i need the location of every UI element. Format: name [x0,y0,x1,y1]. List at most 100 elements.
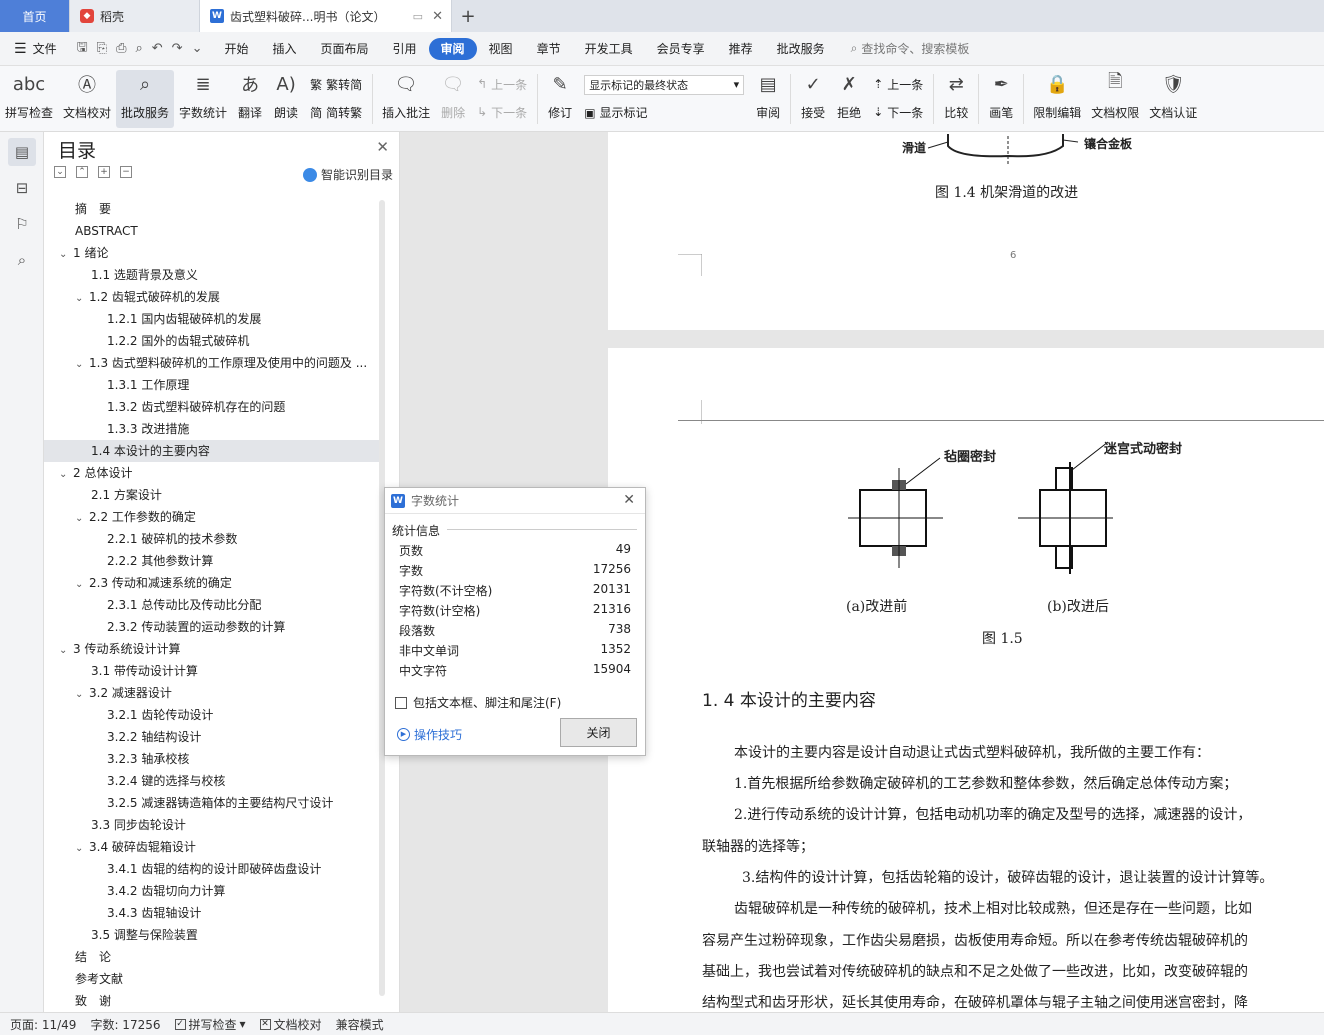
remove-heading-icon[interactable]: − [120,166,132,178]
menu-review[interactable]: 审阅 [428,37,477,60]
toc-item[interactable]: 1.2.2 国外的齿辊式破碎机 [44,330,380,352]
chevron-down-icon[interactable]: ⌄ [75,574,89,594]
close-button[interactable]: 关闭 [560,718,637,747]
toc-item[interactable]: 3.2.3 轴承校核 [44,748,380,770]
toc-item[interactable]: 3.2.5 减速器铸造箱体的主要结构尺寸设计 [44,792,380,814]
toc-item[interactable]: 2.2.1 破碎机的技术参数 [44,528,380,550]
restrict-edit-button[interactable]: 🔒 限制编辑 [1028,70,1086,128]
compare-button[interactable]: ⇄ 比较 [938,70,974,128]
tab-document[interactable]: W 齿式塑料破碎...明书（论文） ▭ ✕ [200,0,452,32]
toc-item[interactable]: ⌄ 2 总体设计 [44,462,380,484]
monitor-icon[interactable]: ▭ [413,10,423,23]
toc-item[interactable]: 2.2.2 其他参数计算 [44,550,380,572]
more-icon[interactable]: ⌄ [192,41,203,56]
toc-item[interactable]: 2.1 方案设计 [44,484,380,506]
toc-item[interactable]: ABSTRACT [44,220,380,242]
toc-item[interactable]: ⌄ 3.2 减速器设计 [44,682,380,704]
delete-comment-button[interactable]: 🗨 删除 [435,70,471,128]
dialog-title-bar[interactable]: W 字数统计 [385,488,645,514]
toc-item[interactable]: ⌄ 1 绪论 [44,242,380,264]
menu-view[interactable]: 视图 [477,38,525,60]
menu-devtools[interactable]: 开发工具 [573,38,645,60]
toc-item[interactable]: ⌄ 2.2 工作参数的确定 [44,506,380,528]
undo-icon[interactable]: ↶ [152,41,163,56]
toc-item[interactable]: ⌄ 1.2 齿辊式破碎机的发展 [44,286,380,308]
toc-item[interactable]: 1.2.1 国内齿辊破碎机的发展 [44,308,380,330]
word-count-button[interactable]: ≣ 字数统计 [174,70,232,128]
next-change-button[interactable]: ⇣ 下一条 [873,104,923,121]
chevron-down-icon[interactable]: ⌄ [75,838,89,858]
track-changes-button[interactable]: ✎ 修订 [542,70,578,128]
spell-check-button[interactable]: abc 拼写检查 [0,70,58,128]
menu-insert[interactable]: 插入 [260,38,308,60]
translate-button[interactable]: あ翻译 [232,70,268,128]
menu-start[interactable]: 开始 [212,38,260,60]
new-tab-button[interactable]: + [452,0,484,32]
toc-item[interactable]: 致 谢 [44,990,380,1012]
toc-item[interactable]: 1.4 本设计的主要内容 [44,440,380,462]
toc-item[interactable]: 3.2.2 轴结构设计 [44,726,380,748]
page-indicator[interactable]: 页面: 11/49 [10,1016,76,1033]
word-count-indicator[interactable]: 字数: 17256 [90,1016,160,1033]
close-icon[interactable]: ✕ [376,138,389,156]
menu-section[interactable]: 章节 [525,38,573,60]
print-icon[interactable]: ⎙ [116,41,126,56]
toc-item[interactable]: 3.3 同步齿轮设计 [44,814,380,836]
chevron-down-icon[interactable]: ⌄ [75,684,89,704]
toc-item[interactable]: 结 论 [44,946,380,968]
toc-item[interactable]: ⌄ 3.4 破碎齿辊箱设计 [44,836,380,858]
toc-item[interactable]: 1.3.1 工作原理 [44,374,380,396]
checkbox-box[interactable] [395,696,407,709]
tips-link[interactable]: ▶ 操作技巧 [397,726,462,743]
doc-permission-button[interactable]: 🗎 文档权限 [1086,70,1144,128]
chevron-down-icon[interactable]: ⌄ [75,288,89,308]
command-search[interactable]: ⌕ 查找命令、搜索模板 [851,40,970,57]
doc-cert-button[interactable]: 🛡 文档认证 [1144,70,1202,128]
prev-comment-button[interactable]: ↰ 上一条 [477,76,527,93]
toc-item[interactable]: 3.1 带传动设计计算 [44,660,380,682]
menu-layout[interactable]: 页面布局 [309,38,381,60]
toc-item[interactable]: 3.5 调整与保险装置 [44,924,380,946]
markup-state-select[interactable]: 显示标记的最终状态 ▾ [584,74,745,95]
simp-to-trad-button[interactable]: 简简转繁 [310,104,362,121]
toc-item[interactable]: 1.3.2 齿式塑料破碎机存在的问题 [44,396,380,418]
review-service-button[interactable]: ⌕ 批改服务 [116,70,175,128]
collapse-all-icon[interactable]: ⌄ [54,166,66,178]
toc-item[interactable]: 摘 要 [44,198,380,220]
tab-daoke[interactable]: ◆ 稻壳 [70,0,200,32]
accept-button[interactable]: ✓ 接受 [795,70,831,128]
add-heading-icon[interactable]: + [98,166,110,178]
chevron-down-icon[interactable]: ⌄ [59,244,73,264]
toc-item[interactable]: 1.3.3 改进措施 [44,418,380,440]
toc-item[interactable]: 3.2.1 齿轮传动设计 [44,704,380,726]
close-tab-icon[interactable]: ✕ [432,9,443,24]
tab-home[interactable]: 首页 [0,0,70,32]
review-pane-button[interactable]: ▤ 审阅 [750,70,786,128]
menu-correction[interactable]: 批改服务 [765,38,837,60]
toc-item[interactable]: ⌄ 3 传动系统设计计算 [44,638,380,660]
toc-item[interactable]: 3.4.3 齿辊轴设计 [44,902,380,924]
find-icon[interactable]: ⌕ [8,246,36,274]
trad-to-simp-button[interactable]: 繁繁转简 [310,76,362,93]
menu-references[interactable]: 引用 [381,38,429,60]
smart-toc-button[interactable]: 智能识别目录 [302,166,393,183]
menu-recommend[interactable]: 推荐 [717,38,765,60]
toc-item[interactable]: 3.2.4 键的选择与校核 [44,770,380,792]
toc-item[interactable]: ⌄ 2.3 传动和减速系统的确定 [44,572,380,594]
toc-item[interactable]: 2.3.1 总传动比及传动比分配 [44,594,380,616]
doc-proof-button[interactable]: Ⓐ 文档校对 [58,70,116,128]
next-comment-button[interactable]: ↳ 下一条 [477,104,527,121]
reject-button[interactable]: ✗ 拒绝 [831,70,867,128]
save-icon[interactable]: 🖫 [77,38,88,60]
spell-check-status[interactable]: ✓ 拼写检查 ▾ [174,1016,246,1033]
chevron-down-icon[interactable]: ⌄ [59,640,73,660]
bookmark-icon[interactable]: ⚐ [8,210,36,238]
pen-button[interactable]: ✒ 画笔 [983,70,1019,128]
chevron-down-icon[interactable]: ⌄ [75,354,89,374]
toc-pane-icon[interactable]: ▤ [8,138,36,166]
read-aloud-button[interactable]: A) 朗读 [268,70,304,128]
proof-status[interactable]: ✕ 文档校对 [259,1016,322,1033]
redo-icon[interactable]: ↷ [172,41,183,56]
file-menu[interactable]: ☰ 文件 [0,40,67,57]
toc-item[interactable]: 1.1 选题背景及意义 [44,264,380,286]
